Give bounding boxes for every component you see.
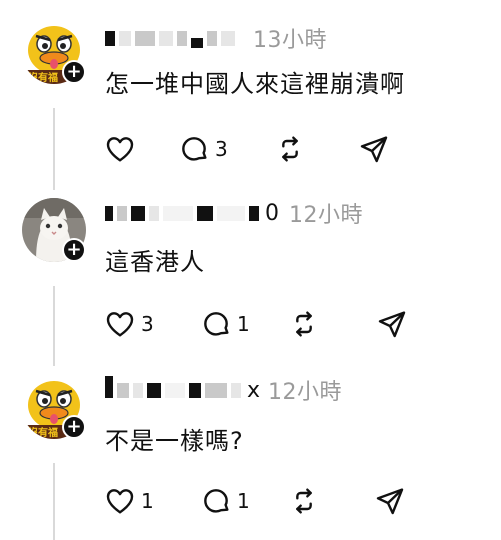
- repost-button[interactable]: [274, 132, 358, 166]
- repost-icon: [296, 311, 312, 337]
- share-button[interactable]: [358, 132, 398, 166]
- send-icon: [378, 311, 406, 338]
- heart-icon: [106, 312, 134, 337]
- thread-line: [53, 286, 55, 366]
- timestamp: 13小時: [253, 28, 327, 53]
- username-redacted[interactable]: x: [105, 375, 260, 405]
- avatar[interactable]: 沒有福 +: [22, 375, 86, 439]
- username-redacted[interactable]: [105, 23, 239, 53]
- heart-icon: [106, 489, 134, 514]
- avatar-caption: 沒有福: [28, 426, 58, 439]
- avatar-caption: 沒有福: [28, 71, 58, 84]
- send-icon: [376, 488, 404, 515]
- username-suffix: 0: [265, 200, 279, 226]
- username-suffix: x: [247, 377, 261, 403]
- send-icon: [360, 136, 388, 163]
- avatar[interactable]: +: [22, 198, 86, 262]
- username-redacted[interactable]: 0: [105, 198, 279, 228]
- speech-bubble-icon: [182, 137, 207, 161]
- comment-header: 13小時: [105, 23, 327, 53]
- reply-button[interactable]: 1: [200, 484, 288, 518]
- repost-icon: [296, 488, 312, 514]
- comment-text: 這香港人: [105, 248, 205, 276]
- share-button[interactable]: [376, 307, 416, 341]
- reply-button[interactable]: 1: [200, 307, 288, 341]
- reply-count: 3: [215, 137, 228, 161]
- thread-line: [53, 463, 55, 540]
- reply-count: 1: [237, 489, 250, 513]
- reply-button[interactable]: 3: [178, 132, 274, 166]
- avatar[interactable]: 沒有福 +: [22, 20, 86, 84]
- like-button[interactable]: 1: [104, 484, 200, 518]
- comment-header: x 12小時: [105, 375, 342, 405]
- like-count: 1: [141, 489, 154, 513]
- speech-bubble-icon: [204, 489, 229, 513]
- like-button[interactable]: [104, 132, 178, 166]
- action-bar: 3 1: [104, 307, 416, 341]
- follow-plus-icon[interactable]: +: [62, 238, 86, 262]
- like-button[interactable]: 3: [104, 307, 200, 341]
- share-button[interactable]: [374, 484, 414, 518]
- action-bar: 1 1: [104, 484, 414, 518]
- heart-icon: [106, 137, 134, 162]
- comment-text: 怎一堆中國人來這裡崩潰啊: [105, 70, 405, 98]
- speech-bubble-icon: [204, 312, 229, 336]
- repost-icon: [282, 136, 298, 162]
- timestamp: 12小時: [289, 203, 363, 228]
- action-bar: 3: [104, 132, 398, 166]
- thread-line: [53, 108, 55, 190]
- repost-button[interactable]: [288, 307, 376, 341]
- like-count: 3: [141, 312, 154, 336]
- follow-plus-icon[interactable]: +: [62, 415, 86, 439]
- repost-button[interactable]: [288, 484, 374, 518]
- comment-text: 不是一樣嗎?: [105, 427, 244, 455]
- follow-plus-icon[interactable]: +: [62, 60, 86, 84]
- timestamp: 12小時: [268, 380, 343, 405]
- reply-count: 1: [237, 312, 250, 336]
- comment-header: 0 12小時: [105, 198, 363, 228]
